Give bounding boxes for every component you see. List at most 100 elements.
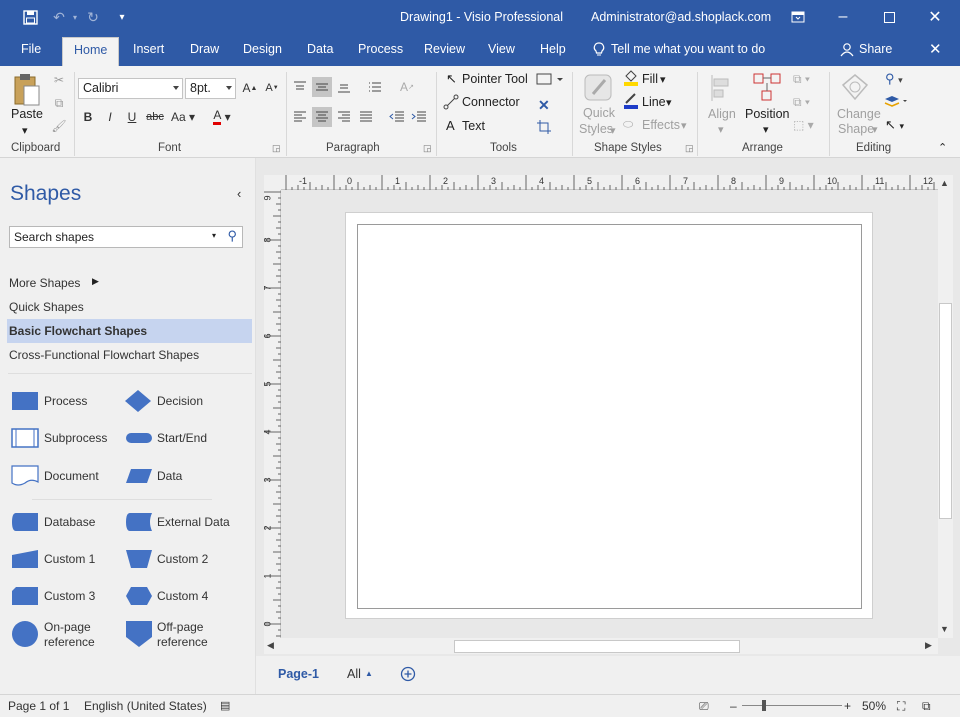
- send-to-back-icon[interactable]: ⧉ ▾: [793, 95, 810, 110]
- share-button[interactable]: Share: [859, 42, 892, 56]
- search-options-dropdown-icon[interactable]: ▾: [212, 231, 216, 240]
- increase-font-size-icon[interactable]: A ▲: [240, 78, 260, 98]
- switch-windows-icon[interactable]: ⧉: [922, 699, 931, 714]
- tab-draw[interactable]: Draw: [190, 42, 219, 56]
- select-icon[interactable]: ↖ ▾: [885, 117, 904, 133]
- customize-quick-access-icon[interactable]: ▾: [113, 8, 131, 26]
- quick-styles-icon[interactable]: [583, 72, 615, 105]
- scroll-up-icon[interactable]: ▲: [940, 178, 949, 188]
- connection-point-icon[interactable]: ✕: [538, 97, 550, 114]
- connector-button[interactable]: Connector: [462, 95, 520, 109]
- on-page-reference-shape-icon[interactable]: [11, 620, 39, 651]
- align-bottom-icon[interactable]: [334, 77, 354, 97]
- external-data-shape-label[interactable]: External Data: [157, 515, 230, 530]
- crop-tool-icon[interactable]: [536, 119, 552, 138]
- zoom-out-icon[interactable]: –: [730, 699, 737, 713]
- decision-shape-label[interactable]: Decision: [157, 394, 203, 409]
- custom-3-shape-label[interactable]: Custom 3: [44, 589, 95, 604]
- paste-button[interactable]: Paste: [11, 107, 43, 121]
- data-shape-label[interactable]: Data: [157, 469, 182, 484]
- add-page-icon[interactable]: [400, 666, 416, 685]
- change-shape-label-2[interactable]: Shape: [838, 122, 874, 136]
- paste-dropdown-icon[interactable]: ▾: [22, 124, 28, 137]
- layers-icon[interactable]: [884, 95, 910, 112]
- position-dropdown-icon[interactable]: ▾: [763, 123, 769, 136]
- find-icon[interactable]: ⚲ ▾: [885, 71, 903, 87]
- start-end-shape-icon[interactable]: [125, 432, 153, 447]
- basic-flowchart-stencil[interactable]: Basic Flowchart Shapes: [9, 324, 147, 338]
- align-button[interactable]: Align: [708, 107, 736, 121]
- increase-indent-icon[interactable]: [409, 107, 429, 127]
- align-dropdown-icon[interactable]: ▾: [718, 123, 724, 136]
- decrease-font-size-icon[interactable]: A ▼: [262, 78, 282, 98]
- decrease-indent-icon[interactable]: [387, 107, 407, 127]
- custom-2-shape-icon[interactable]: [125, 549, 153, 572]
- ribbon-display-options-icon[interactable]: [789, 8, 807, 26]
- subprocess-shape-icon[interactable]: [11, 428, 39, 451]
- line-dropdown-icon[interactable]: ▾: [666, 96, 672, 109]
- tab-help[interactable]: Help: [540, 42, 566, 56]
- custom-1-shape-label[interactable]: Custom 1: [44, 552, 95, 567]
- position-icon[interactable]: [752, 72, 782, 105]
- off-page-reference-shape-icon[interactable]: [125, 620, 153, 651]
- account-name[interactable]: Administrator@ad.shoplack.com: [591, 10, 771, 24]
- custom-4-shape-label[interactable]: Custom 4: [157, 589, 208, 604]
- change-shape-icon[interactable]: [840, 72, 870, 105]
- subprocess-shape-label[interactable]: Subprocess: [44, 431, 107, 446]
- tab-data[interactable]: Data: [307, 42, 333, 56]
- font-size-select[interactable]: 8pt.: [185, 78, 236, 99]
- zoom-slider-thumb[interactable]: [762, 700, 766, 711]
- fit-page-icon[interactable]: ⛶: [897, 699, 905, 714]
- undo-dropdown-icon[interactable]: ▾: [66, 8, 84, 26]
- bring-to-front-icon[interactable]: ⧉ ▾: [793, 72, 810, 87]
- rectangle-shape-icon[interactable]: [536, 73, 564, 88]
- scroll-right-icon[interactable]: ▶: [925, 640, 932, 651]
- database-shape-icon[interactable]: [11, 512, 39, 535]
- process-shape-icon[interactable]: [11, 391, 39, 414]
- align-shapes-icon[interactable]: [709, 74, 735, 105]
- external-data-shape-icon[interactable]: [125, 512, 153, 535]
- maximize-icon[interactable]: [880, 8, 898, 26]
- collapse-pane-icon[interactable]: ‹: [237, 186, 241, 201]
- document-shape-label[interactable]: Document: [44, 469, 99, 484]
- macro-icon[interactable]: ▤: [220, 699, 230, 712]
- line-button[interactable]: Line: [642, 95, 666, 109]
- drawing-page[interactable]: [345, 212, 873, 619]
- align-right-icon[interactable]: [334, 107, 354, 127]
- custom-1-shape-icon[interactable]: [11, 549, 39, 572]
- horizontal-scroll-thumb[interactable]: [454, 640, 740, 653]
- search-shapes-input[interactable]: Search shapes ▾ ⚲: [9, 226, 243, 248]
- quick-styles-label-1[interactable]: Quick: [583, 106, 615, 120]
- position-button[interactable]: Position: [745, 107, 789, 121]
- group-icon[interactable]: ⬚ ▾: [793, 118, 814, 132]
- quick-shapes-stencil[interactable]: Quick Shapes: [9, 300, 84, 314]
- page-tab-page-1[interactable]: Page-1: [278, 667, 319, 681]
- justify-icon[interactable]: [356, 107, 376, 127]
- zoom-level[interactable]: 50%: [862, 699, 886, 713]
- align-left-icon[interactable]: [290, 107, 310, 127]
- align-center-icon[interactable]: [312, 107, 332, 127]
- italic-icon[interactable]: I: [100, 107, 120, 127]
- font-dialog-launcher-icon[interactable]: ◲: [272, 143, 281, 154]
- copy-icon[interactable]: ⧉: [49, 93, 69, 113]
- quick-styles-dropdown-icon[interactable]: ▾: [610, 124, 616, 137]
- collapse-ribbon-icon[interactable]: ⌃: [938, 141, 947, 154]
- paragraph-dialog-launcher-icon[interactable]: ◲: [423, 143, 432, 154]
- align-top-icon[interactable]: [290, 77, 310, 97]
- redo-icon[interactable]: ↻: [84, 8, 102, 26]
- align-middle-icon[interactable]: [312, 77, 332, 97]
- tab-file[interactable]: File: [21, 42, 41, 56]
- text-direction-icon[interactable]: A ↗: [397, 77, 417, 97]
- tab-review[interactable]: Review: [424, 42, 465, 56]
- page-count-status[interactable]: Page 1 of 1: [8, 699, 69, 713]
- tab-view[interactable]: View: [488, 42, 515, 56]
- more-shapes-arrow-icon[interactable]: ▶: [92, 276, 99, 287]
- cut-icon[interactable]: ✂: [49, 70, 69, 90]
- off-page-reference-shape-label[interactable]: Off-page reference: [157, 620, 208, 650]
- decision-shape-icon[interactable]: [124, 389, 152, 416]
- more-shapes-menu[interactable]: More Shapes: [9, 276, 80, 290]
- pointer-tool-button[interactable]: Pointer Tool: [462, 72, 528, 86]
- strikethrough-icon[interactable]: abc: [145, 107, 165, 127]
- document-shape-icon[interactable]: [11, 465, 39, 490]
- effects-dropdown-icon[interactable]: ▾: [681, 119, 687, 132]
